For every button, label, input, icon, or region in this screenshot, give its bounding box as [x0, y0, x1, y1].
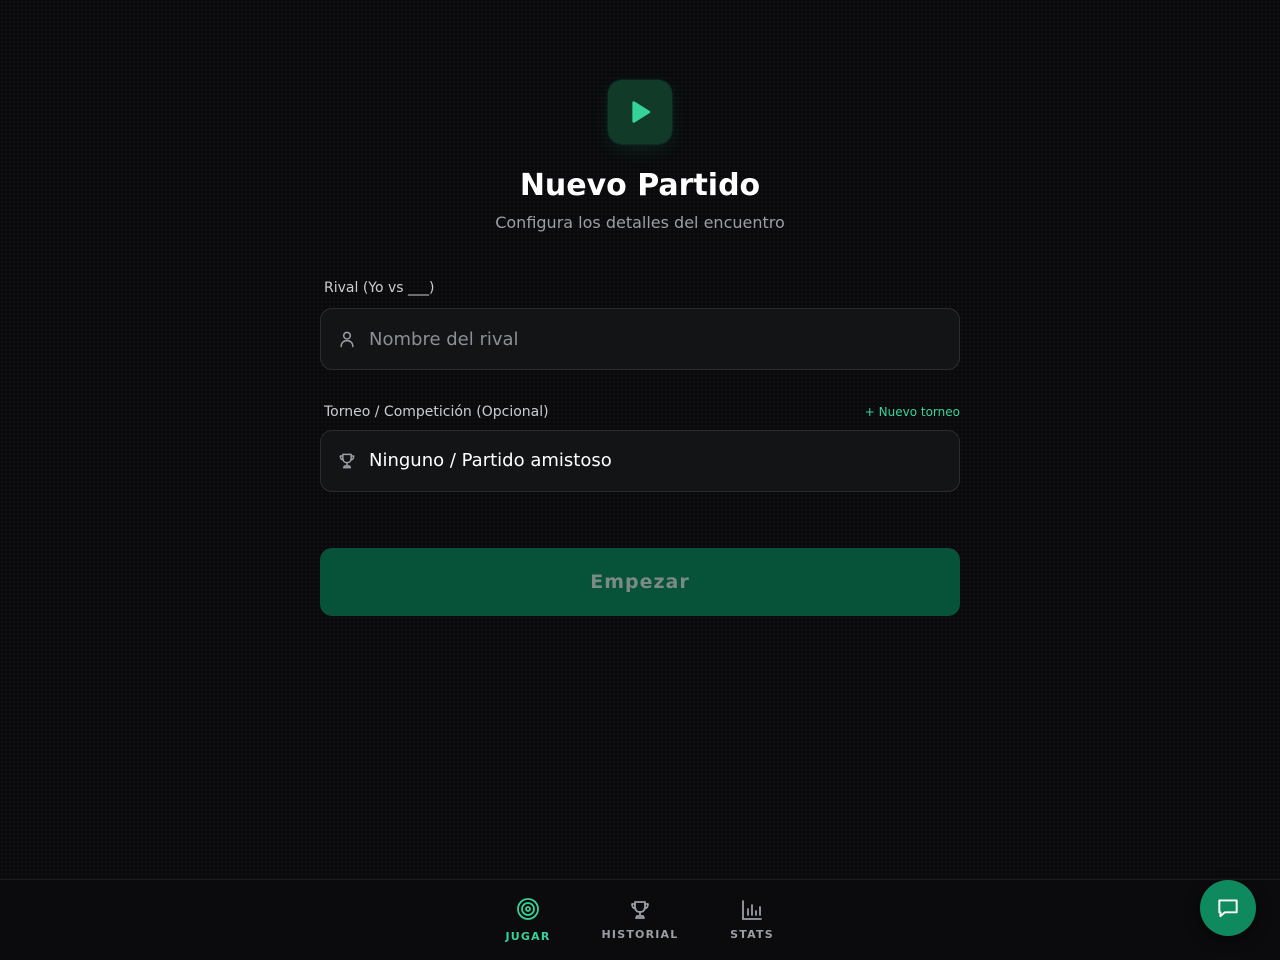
- new-tournament-link[interactable]: + Nuevo torneo: [865, 402, 960, 422]
- nav-label-historial: HISTORIAL: [601, 928, 679, 941]
- app-root: Nuevo Partido Configura los detalles del…: [0, 0, 1280, 960]
- bottom-nav: JUGAR HISTORIAL STATS: [0, 879, 1280, 960]
- page-subtitle: Configura los detalles del encuentro: [495, 213, 785, 232]
- nav-label-stats: STATS: [730, 928, 774, 941]
- tournament-label: Torneo / Competición (Opcional): [324, 404, 549, 420]
- rival-field[interactable]: [320, 308, 960, 370]
- tournament-select[interactable]: Ninguno / Partido amistoso: [320, 430, 960, 492]
- app-logo: [608, 80, 672, 144]
- nav-label-jugar: JUGAR: [505, 930, 551, 943]
- trophy-icon: [339, 453, 355, 469]
- start-button[interactable]: Empezar: [320, 548, 960, 616]
- nav-item-historial[interactable]: HISTORIAL: [590, 880, 690, 960]
- target-icon: [517, 898, 539, 920]
- chat-button[interactable]: [1200, 880, 1256, 936]
- trophy-icon: [631, 901, 649, 919]
- rival-label: Rival (Yo vs ___): [324, 280, 435, 296]
- bar-chart-icon: [742, 900, 762, 920]
- page-title: Nuevo Partido: [519, 168, 761, 203]
- nav-item-jugar[interactable]: JUGAR: [478, 880, 578, 960]
- user-icon: [340, 331, 354, 348]
- nav-item-stats[interactable]: STATS: [702, 880, 802, 960]
- chat-icon: [1218, 899, 1238, 918]
- tournament-selected-value: Ninguno / Partido amistoso: [369, 450, 612, 471]
- play-icon: [632, 101, 651, 123]
- rival-input[interactable]: [369, 309, 939, 369]
